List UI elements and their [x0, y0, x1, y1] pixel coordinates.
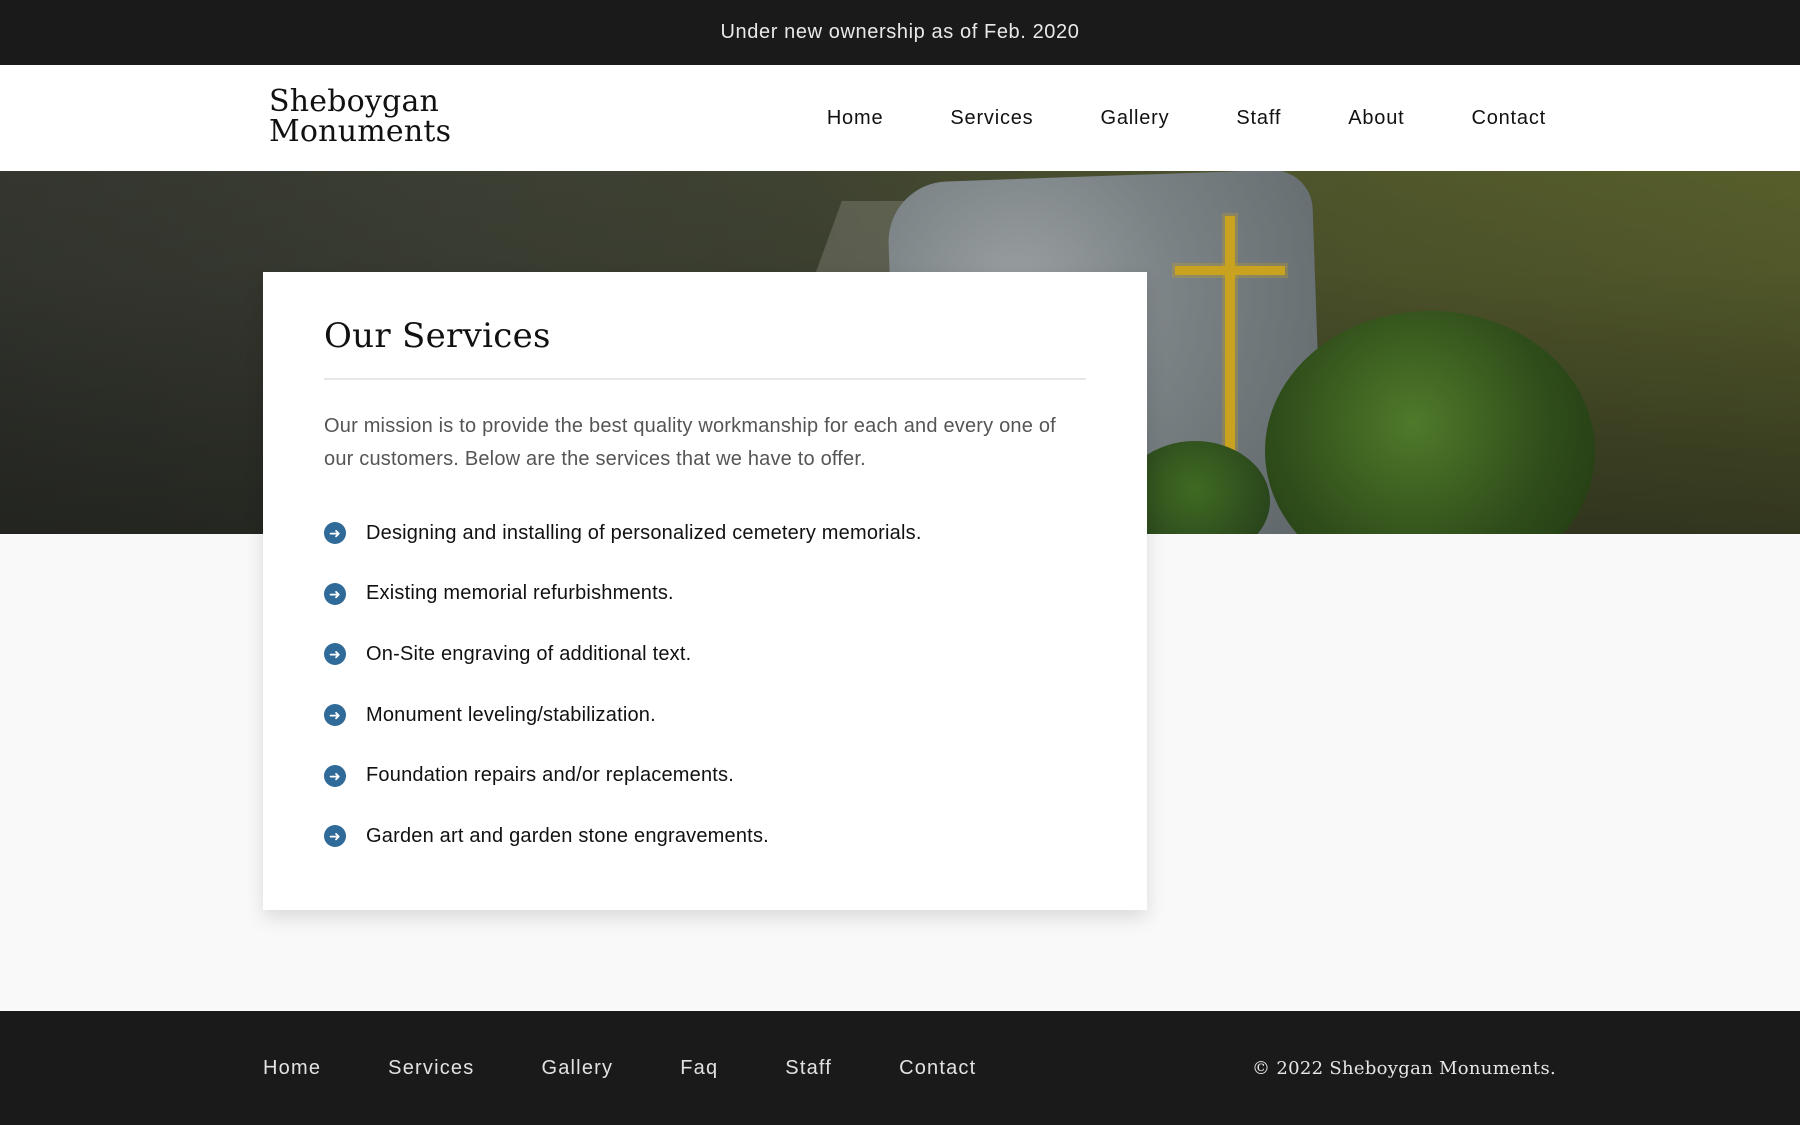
nav-gallery[interactable]: Gallery	[1100, 107, 1169, 130]
announcement-text: Under new ownership as of Feb. 2020	[720, 21, 1080, 43]
footer-nav-home[interactable]: Home	[263, 1057, 321, 1080]
arrow-circle-right-icon: ➜	[324, 522, 346, 544]
site-logo[interactable]: Sheboygan Monuments	[269, 87, 451, 147]
nav-staff[interactable]: Staff	[1236, 107, 1281, 130]
services-intro: Our mission is to provide the best quali…	[324, 415, 1056, 470]
service-text: Existing memorial refurbishments.	[366, 582, 674, 605]
nav-about[interactable]: About	[1348, 107, 1404, 130]
arrow-circle-right-icon: ➜	[324, 825, 346, 848]
nav-home[interactable]: Home	[827, 107, 884, 130]
services-title: Our Services	[324, 316, 551, 356]
cross-bar	[1175, 266, 1285, 275]
footer-nav: Home Services Gallery Faq Staff Contact	[263, 1011, 1043, 1125]
service-text: Designing and installing of personalized…	[366, 521, 922, 544]
service-text: On-Site engraving of additional text.	[366, 642, 692, 665]
arrow-circle-right-icon: ➜	[324, 764, 346, 787]
footer-nav-contact[interactable]: Contact	[899, 1057, 976, 1080]
announcement-bar: Under new ownership as of Feb. 2020	[0, 0, 1800, 65]
logo-line-1: Sheboygan	[269, 84, 440, 119]
list-item: ➜ On-Site engraving of additional text.	[324, 641, 1086, 667]
services-card: Our Services Our mission is to provide t…	[263, 272, 1147, 910]
footer-nav-staff[interactable]: Staff	[785, 1057, 832, 1080]
footer-nav-faq[interactable]: Faq	[680, 1057, 718, 1080]
arrow-circle-right-icon: ➜	[324, 704, 346, 727]
nav-services[interactable]: Services	[950, 107, 1033, 130]
arrow-circle-right-icon: ➜	[324, 582, 346, 605]
footer-nav-services[interactable]: Services	[388, 1057, 474, 1080]
copyright: © 2022 Sheboygan Monuments.	[1252, 1057, 1556, 1079]
logo-line-2: Monuments	[269, 114, 452, 149]
main-nav: Home Services Gallery Staff About Contac…	[827, 65, 1546, 171]
title-divider	[324, 378, 1086, 380]
services-list: ➜ Designing and installing of personaliz…	[324, 520, 1086, 849]
list-item: ➜ Designing and installing of personaliz…	[324, 520, 1086, 546]
site-header: Sheboygan Monuments Home Services Galler…	[0, 65, 1800, 171]
cross-icon	[1225, 216, 1235, 451]
list-item: ➜ Foundation repairs and/or replacements…	[324, 763, 1086, 789]
nav-contact[interactable]: Contact	[1471, 107, 1546, 130]
list-item: ➜ Garden art and garden stone engravemen…	[324, 823, 1086, 849]
footer-nav-gallery[interactable]: Gallery	[541, 1057, 613, 1080]
arrow-circle-right-icon: ➜	[324, 643, 346, 666]
service-text: Garden art and garden stone engravements…	[366, 824, 769, 847]
service-text: Monument leveling/stabilization.	[366, 703, 656, 726]
service-text: Foundation repairs and/or replacements.	[366, 764, 735, 787]
site-footer: Home Services Gallery Faq Staff Contact …	[0, 1011, 1800, 1125]
list-item: ➜ Existing memorial refurbishments.	[324, 581, 1086, 607]
list-item: ➜ Monument leveling/stabilization.	[324, 702, 1086, 728]
